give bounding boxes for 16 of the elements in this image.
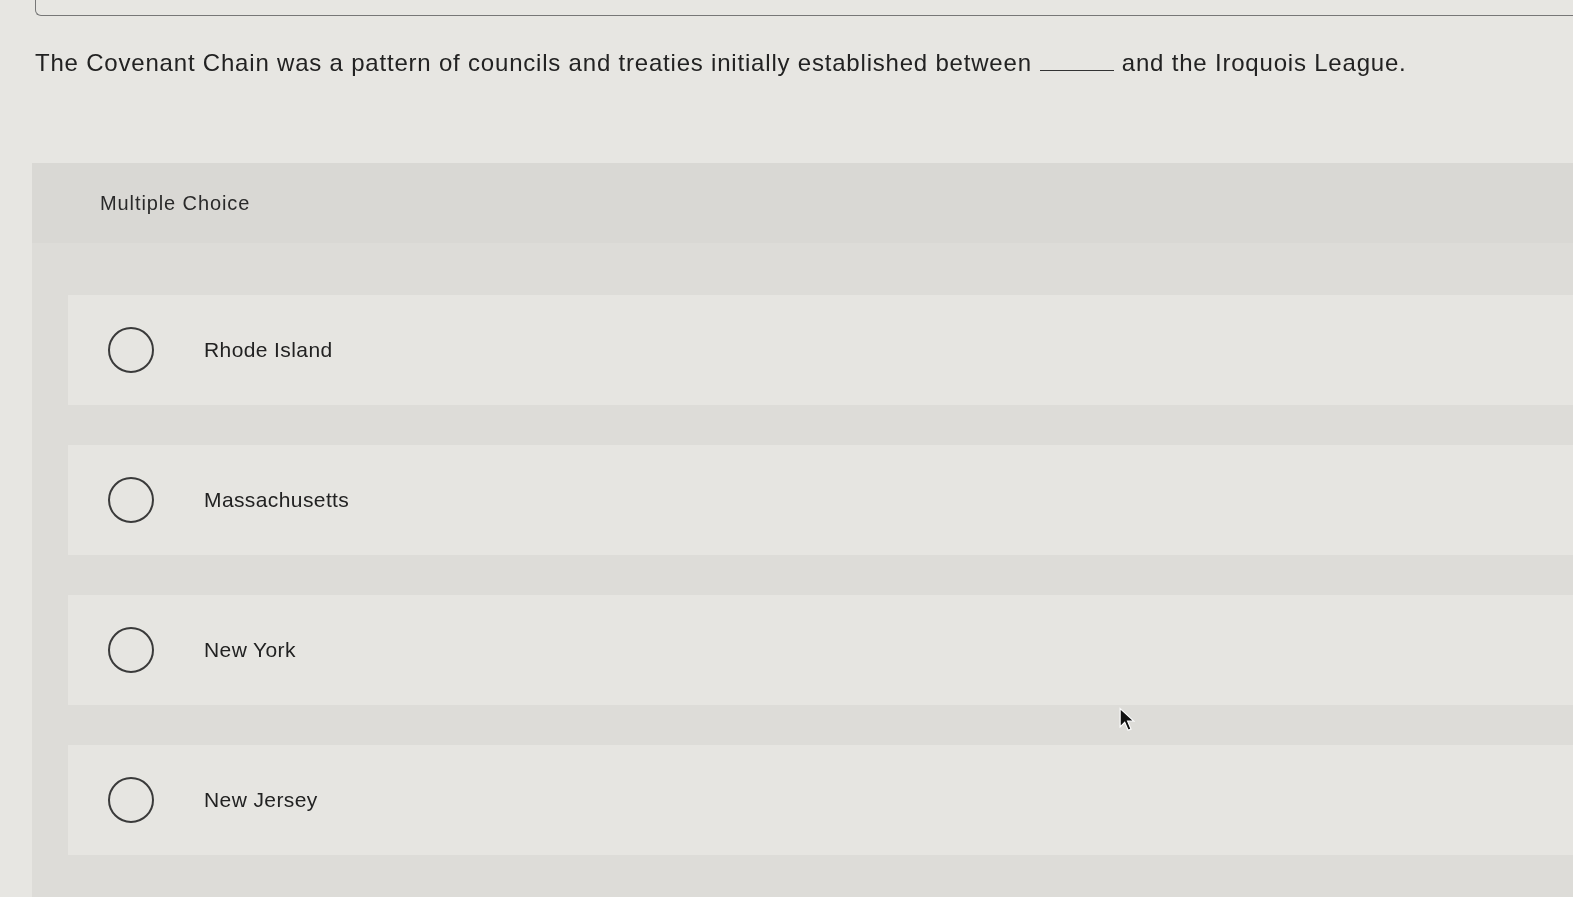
answer-option[interactable]: Rhode Island (68, 295, 1573, 405)
option-label: Rhode Island (204, 338, 333, 362)
mouse-pointer-icon (1119, 707, 1135, 733)
radio-button[interactable] (108, 627, 154, 673)
answer-option[interactable]: New Jersey (68, 745, 1573, 855)
answer-option[interactable]: Massachusetts (68, 445, 1573, 555)
radio-button[interactable] (108, 777, 154, 823)
question-text: The Covenant Chain was a pattern of councils and treaties initially established between (35, 49, 1032, 77)
option-label: New Jersey (204, 788, 318, 812)
option-label: New York (204, 638, 296, 662)
radio-button[interactable] (108, 327, 154, 373)
radio-button[interactable] (108, 477, 154, 523)
answer-option[interactable]: New York (68, 595, 1573, 705)
panel-title: Multiple Choice (100, 191, 251, 215)
question-text: and the Iroquois League. (1121, 49, 1407, 77)
option-label: Massachusetts (204, 488, 350, 512)
